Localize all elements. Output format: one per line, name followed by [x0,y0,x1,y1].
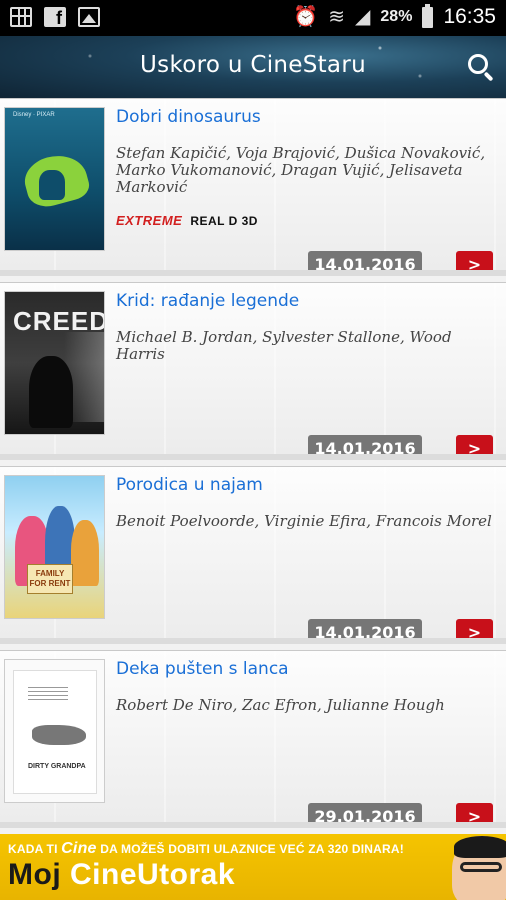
movie-title[interactable]: Porodica u najam [116,475,263,495]
movie-item[interactable]: DIRTY GRANDPA Deka pušten s lanca Robert… [0,650,506,828]
release-date: 29.01.2016 [308,803,422,822]
movie-cast: Robert De Niro, Zac Efron, Julianne Houg… [116,696,445,714]
details-button[interactable]: > [456,435,493,454]
search-icon[interactable] [468,54,496,82]
extreme-format-logo: EXTREME [116,213,183,228]
wifi-icon: ≋ [328,6,346,28]
gallery-icon [78,7,100,27]
movie-title[interactable]: Dobri dinosaurus [116,107,261,127]
details-button[interactable]: > [456,251,493,270]
movie-cast: Benoit Poelvoorde, Virginie Efira, Franc… [116,512,492,530]
page-title: Uskoro u CineStaru [140,52,366,78]
reald-3d-logo: REAL D 3D [190,213,258,228]
banner-person-image [452,836,506,900]
banner-tagline: KADA TI Cine DA MOŽEŠ DOBITI ULAZNICE VE… [8,840,404,857]
banner-headline: Moj CineUtorak [8,858,236,891]
movie-item[interactable]: CREED Krid: rađanje legende Michael B. J… [0,282,506,460]
format-badges: EXTREME REAL D 3D [116,213,258,228]
movie-cast: Stefan Kapičić, Voja Brajović, Dušica No… [116,144,486,196]
facebook-icon: f [44,7,66,27]
movie-cast: Michael B. Jordan, Sylvester Stallone, W… [116,328,452,363]
movie-poster[interactable]: CREED [4,291,105,435]
release-date: 14.01.2016 [308,435,422,454]
movie-item[interactable]: FAMILY FOR RENT Porodica u najam Benoit … [0,466,506,644]
movie-item[interactable]: Disney · PIXAR Dobri dinosaurus Stefan K… [0,98,506,276]
movie-title[interactable]: Krid: rađanje legende [116,291,299,311]
release-date: 14.01.2016 [308,251,422,270]
alarm-icon: ⏰ [293,6,319,28]
banner-cine-brand: Cine [61,840,97,857]
movie-title[interactable]: Deka pušten s lanca [116,659,289,679]
details-button[interactable]: > [456,803,493,822]
battery-icon [422,3,434,28]
movie-poster[interactable]: Disney · PIXAR [4,107,105,251]
battery-percent: 28% [380,8,413,25]
app-header: Uskoro u CineStaru [0,36,506,98]
promo-banner[interactable]: KADA TI Cine DA MOŽEŠ DOBITI ULAZNICE VE… [0,834,506,900]
details-button[interactable]: > [456,619,493,638]
status-bar: f ⏰ ≋ ◢ 28% 16:35 [0,0,506,36]
signal-icon: ◢ [355,6,371,28]
clock: 16:35 [443,5,496,28]
movie-poster[interactable]: DIRTY GRANDPA [4,659,105,803]
release-date: 14.01.2016 [308,619,422,638]
movie-poster[interactable]: FAMILY FOR RENT [4,475,105,619]
grid-app-icon [10,7,32,27]
